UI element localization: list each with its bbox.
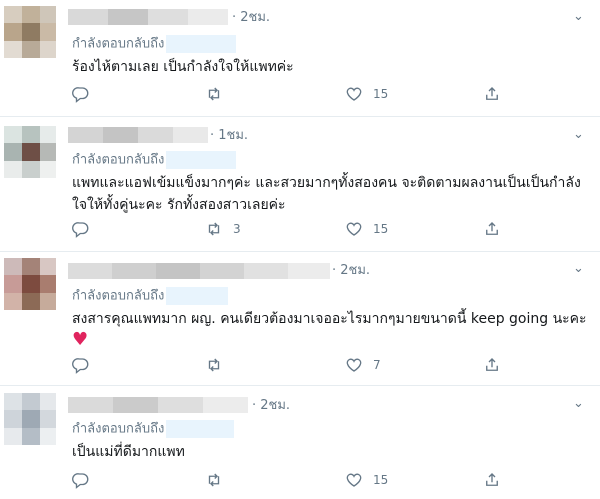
timestamp[interactable]: · 2ชม.: [252, 398, 290, 414]
replying-to-label: กำลังตอบกลับถึง: [72, 36, 165, 52]
reply-icon: [72, 87, 89, 103]
replying-to: กำลังตอบกลับถึง: [72, 35, 237, 53]
tweet-3[interactable]: · 2ชม. ⌄ กำลังตอบกลับถึง สงสารคุณแพทมาก …: [0, 252, 600, 385]
timestamp[interactable]: · 2ชม.: [232, 10, 270, 26]
tweet-text: ร้องไห้ตามเลย เป็นกำลังใจให้แพทค่ะ: [72, 59, 294, 75]
share-icon: [486, 222, 498, 235]
share-icon: [486, 87, 498, 100]
reply-button[interactable]: [72, 354, 90, 376]
username-blurred[interactable]: [68, 397, 248, 413]
retweet-button[interactable]: [205, 354, 233, 376]
username-blurred[interactable]: [68, 9, 228, 25]
retweet-button[interactable]: [205, 83, 233, 105]
mention-blurred[interactable]: [166, 35, 237, 53]
like-button[interactable]: 7: [345, 354, 381, 376]
retweet-icon: [208, 473, 220, 487]
chevron-down-icon[interactable]: ⌄: [573, 397, 584, 411]
heart-icon: [346, 222, 362, 236]
retweet-icon: [208, 222, 220, 236]
timestamp[interactable]: · 1ชม.: [210, 128, 248, 144]
share-button[interactable]: [483, 354, 501, 376]
like-count: 15: [373, 87, 389, 101]
share-button[interactable]: [483, 469, 501, 491]
username-blurred[interactable]: [68, 127, 208, 143]
reply-button[interactable]: [72, 469, 90, 491]
reply-button[interactable]: [72, 83, 90, 105]
replying-to-label: กำลังตอบกลับถึง: [72, 288, 165, 304]
tweet-text: แพทและแอฟเข้มแข็งมากๆค่ะ และสวยมากๆทั้งส…: [72, 175, 581, 213]
avatar[interactable]: [4, 126, 56, 178]
chevron-down-icon[interactable]: ⌄: [573, 262, 584, 276]
retweet-button[interactable]: 3: [205, 218, 241, 240]
heart-icon: [346, 87, 362, 101]
avatar[interactable]: [4, 393, 56, 445]
share-button[interactable]: [483, 83, 501, 105]
replying-to: กำลังตอบกลับถึง: [72, 420, 235, 438]
replying-to-label: กำลังตอบกลับถึง: [72, 421, 165, 437]
heart-icon: [346, 473, 362, 487]
share-icon: [486, 473, 498, 486]
reply-icon: [72, 473, 89, 489]
tweet-text: สงสารคุณแพทมาก ผญ. คนเดียวต้องมาเจออะไรม…: [72, 308, 587, 350]
share-icon: [486, 358, 498, 371]
retweet-count: 3: [233, 222, 241, 236]
tweet-1[interactable]: · 2ชม. ⌄ กำลังตอบกลับถึง ร้องไห้ตามเลย เ…: [0, 0, 600, 116]
retweet-button[interactable]: [205, 469, 233, 491]
share-button[interactable]: [483, 218, 501, 240]
chevron-down-icon[interactable]: ⌄: [573, 128, 584, 142]
username-blurred[interactable]: [68, 263, 330, 279]
like-button[interactable]: 15: [345, 218, 388, 240]
replying-to-label: กำลังตอบกลับถึง: [72, 152, 165, 168]
avatar[interactable]: [4, 258, 56, 310]
tweet-2[interactable]: · 1ชม. ⌄ กำลังตอบกลับถึง แพทและแอฟเข้มแข…: [0, 117, 600, 251]
timestamp[interactable]: · 2ชม.: [332, 263, 370, 279]
tweet-text: เป็นแม่ที่ดีมากแพท: [72, 444, 185, 460]
tweet-4[interactable]: · 2ชม. ⌄ กำลังตอบกลับถึง เป็นแม่ที่ดีมาก…: [0, 386, 600, 499]
like-button[interactable]: 15: [345, 469, 388, 491]
chevron-down-icon[interactable]: ⌄: [573, 10, 584, 24]
reply-icon: [72, 222, 89, 238]
heart-emoji: ♥: [72, 329, 89, 350]
retweet-icon: [208, 358, 220, 372]
like-count: 15: [373, 222, 389, 236]
replying-to: กำลังตอบกลับถึง: [72, 287, 229, 305]
heart-icon: [346, 358, 362, 372]
like-count: 15: [373, 473, 389, 487]
like-count: 7: [373, 358, 381, 372]
mention-blurred[interactable]: [166, 151, 237, 169]
avatar[interactable]: [4, 6, 56, 58]
tweet-text-line: สงสารคุณแพทมาก ผญ. คนเดียวต้องมาเจออะไรม…: [72, 311, 587, 327]
reply-icon: [72, 358, 89, 374]
like-button[interactable]: 15: [345, 83, 388, 105]
mention-blurred[interactable]: [166, 287, 229, 305]
mention-blurred[interactable]: [166, 420, 235, 438]
reply-button[interactable]: [72, 218, 90, 240]
retweet-icon: [208, 87, 220, 101]
replying-to: กำลังตอบกลับถึง: [72, 151, 237, 169]
